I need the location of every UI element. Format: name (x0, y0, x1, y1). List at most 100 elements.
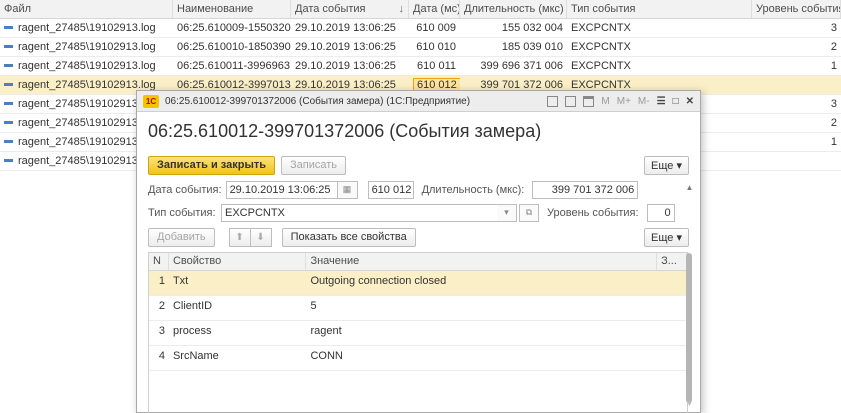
property-row[interactable]: 4 SrcName CONN (149, 346, 687, 371)
property-row[interactable]: 2 ClientID 5 (149, 296, 687, 321)
property-name: ClientID (172, 300, 213, 312)
ms-field[interactable]: 610 012 (367, 180, 414, 199)
property-row[interactable]: 3 process ragent (149, 321, 687, 346)
property-z (657, 271, 687, 295)
file-text: ragent_27485\19102913.l (18, 136, 144, 148)
file-text: ragent_27485\19102913.l (18, 98, 144, 110)
cell-type: EXCPCNTX (571, 41, 631, 53)
duration-field[interactable]: 399 701 372 006 (532, 180, 639, 199)
menu-icon[interactable]: ☰ (657, 96, 666, 107)
property-name: Txt (172, 275, 189, 287)
cell-type: EXCPCNTX (571, 60, 631, 72)
cell-level: 3 (830, 98, 837, 110)
calendar-picker-icon[interactable]: ▦ (337, 180, 358, 199)
cell-level (752, 76, 841, 94)
cell-name: 06:25.610009-155032004 (177, 22, 291, 34)
col-value[interactable]: Значение (306, 253, 658, 270)
file-text: ragent_27485\19102913.log (18, 60, 156, 72)
cell-level: 1 (830, 60, 837, 72)
type-label: Тип события: (148, 206, 216, 219)
memory-plus-button[interactable]: M+ (617, 96, 631, 107)
record-icon (4, 44, 13, 48)
property-z (657, 296, 687, 320)
app-logo-icon: 1С (143, 94, 159, 108)
window-titlebar[interactable]: 1С 06:25.610012-399701372006 (События за… (137, 91, 700, 112)
move-down-icon[interactable]: ⬇ (249, 227, 272, 247)
scroll-down-icon[interactable]: ▼ (685, 399, 694, 408)
property-n: 3 (158, 325, 165, 337)
date-row: Дата события: 29.10.2019 13:06:25 ▦ 610 … (137, 178, 700, 201)
save-button[interactable]: Записать (281, 155, 347, 175)
list-row[interactable]: ragent_27485\19102913.log 06:25.610009-15… (0, 19, 841, 38)
col-property[interactable]: Свойство (169, 253, 307, 270)
form-scrollbar[interactable]: ▲ ▼ (685, 183, 694, 408)
cell-name: 06:25.610010-185039010 (177, 41, 291, 53)
cell-date: 29.10.2019 13:06:25 (295, 22, 396, 34)
col-duration[interactable]: Длительность (мкс) (460, 0, 567, 18)
maximize-icon[interactable]: □ (673, 96, 679, 107)
cell-level: 2 (830, 41, 837, 53)
open-link-icon[interactable]: ⧉ (519, 203, 539, 222)
cell-name: 06:25.610011-3996963... (177, 60, 291, 72)
property-value: 5 (310, 300, 317, 312)
memory-m-button[interactable]: M (601, 96, 609, 107)
property-name: process (172, 325, 212, 337)
cell-file: ragent_27485\19102913.log (0, 57, 173, 75)
record-icon (4, 101, 13, 105)
show-all-properties-button[interactable]: Показать все свойства (281, 227, 416, 247)
close-icon[interactable]: ✕ (686, 96, 694, 107)
cell-type: EXCPCNTX (571, 22, 631, 34)
table-more-button[interactable]: Еще ▾ (644, 227, 689, 247)
duration-label: Длительность (мкс): (421, 183, 525, 196)
col-file[interactable]: Файл (0, 0, 173, 18)
col-date-label: Дата события (295, 3, 366, 15)
record-icon (4, 139, 13, 143)
cell-level: 2 (830, 117, 837, 129)
add-row-button[interactable]: Добавить (148, 227, 215, 247)
col-level[interactable]: Уровень события (752, 0, 841, 18)
col-z[interactable]: З... (657, 253, 687, 270)
calendar-icon[interactable] (583, 95, 595, 107)
list-row[interactable]: ragent_27485\19102913.log 06:25.610010-18… (0, 38, 841, 57)
cell-level: 1 (830, 136, 837, 148)
print-icon[interactable] (547, 95, 559, 107)
level-field[interactable]: 0 (646, 203, 675, 222)
save-and-close-button[interactable]: Записать и закрыть (148, 155, 276, 175)
dropdown-icon[interactable]: ▾ (497, 203, 517, 222)
cell-date: 29.10.2019 13:06:25 (295, 41, 396, 53)
property-n: 1 (158, 275, 165, 287)
cell-ms: 610 009 (416, 22, 456, 34)
col-date[interactable]: Дата события ↓ (291, 0, 409, 18)
record-icon (4, 82, 13, 86)
level-label: Уровень события: (547, 206, 639, 219)
property-n: 4 (158, 350, 165, 362)
col-ms[interactable]: Дата (мс) (409, 0, 460, 18)
col-name[interactable]: Наименование (173, 0, 291, 18)
list-row[interactable]: ragent_27485\19102913.log 06:25.610011-39… (0, 57, 841, 76)
form-title: 06:25.610012-399701372006 (События замер… (148, 121, 542, 141)
table-icon[interactable] (565, 95, 577, 107)
cell-ms: 610 010 (416, 41, 456, 53)
cell-ms: 610 011 (417, 60, 456, 72)
memory-minus-button[interactable]: M- (638, 96, 650, 107)
property-value: CONN (310, 350, 343, 362)
file-text: ragent_27485\19102913.log (18, 41, 156, 53)
move-up-icon[interactable]: ⬆ (228, 227, 251, 247)
col-n[interactable]: N (149, 253, 169, 270)
sort-down-icon: ↓ (398, 3, 405, 15)
cell-file: ragent_27485\19102913.log (0, 19, 173, 37)
cell-level (752, 152, 841, 170)
property-z (657, 346, 687, 370)
more-button[interactable]: Еще ▾ (644, 155, 689, 175)
scroll-up-icon[interactable]: ▲ (685, 183, 694, 192)
type-field[interactable]: EXCPCNTX (221, 203, 497, 222)
date-field[interactable]: 29.10.2019 13:06:25 (225, 180, 338, 199)
col-type[interactable]: Тип события (567, 0, 752, 18)
cell-file: ragent_27485\19102913.log (0, 38, 173, 56)
window-title: 06:25.610012-399701372006 (События замер… (165, 95, 471, 107)
record-icon (4, 25, 13, 29)
property-row[interactable]: 1 Txt Outgoing connection closed (149, 271, 687, 296)
record-icon (4, 158, 13, 162)
properties-header: N Свойство Значение З... (149, 253, 687, 271)
scroll-thumb[interactable] (686, 253, 692, 403)
